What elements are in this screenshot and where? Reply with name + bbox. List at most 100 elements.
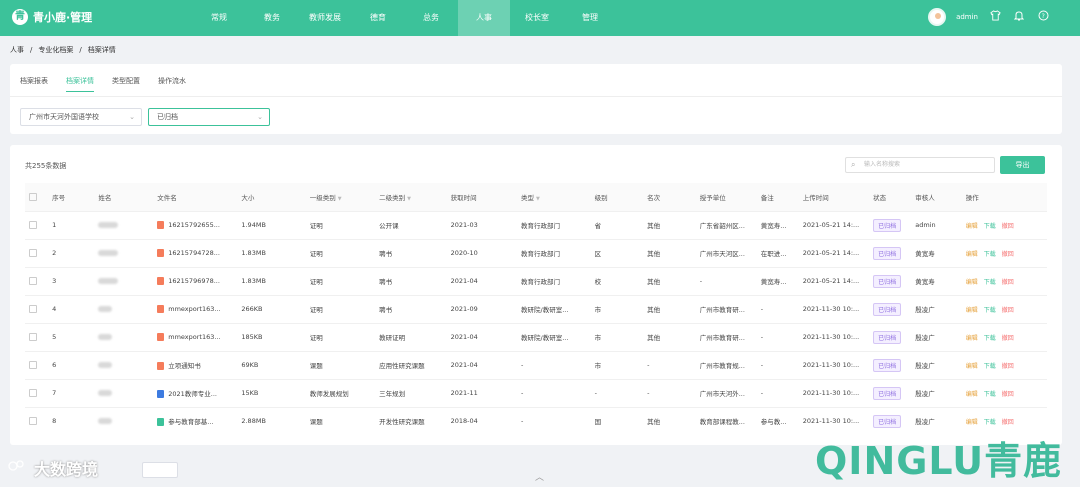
table-row[interactable]: 5 mmexport163... 185KB 证明 教研证明 2021-04 教研院/教研室… — [25, 323, 1047, 351]
table-row[interactable]: 2 16215794728... 1.83MB 证明 聘书 2020-10 教育行政部门 区 其… — [25, 239, 1047, 267]
status-select[interactable]: 已归档 ⌄ — [148, 108, 270, 126]
tab-divider — [10, 96, 1062, 97]
cell-note: - — [760, 389, 764, 397]
name-cell-redacted — [94, 295, 153, 323]
withdraw-button[interactable]: 撤回 — [1002, 251, 1014, 258]
help-icon[interactable]: ? — [1036, 10, 1050, 24]
avatar[interactable] — [928, 8, 947, 26]
withdraw-button[interactable]: 撤回 — [1002, 363, 1014, 370]
file-type-icon — [157, 221, 165, 229]
status-badge: 已归档 — [873, 302, 902, 316]
download-button[interactable]: 下载 — [984, 307, 996, 314]
withdraw-button[interactable]: 撤回 — [1002, 279, 1014, 286]
breadcrumb-item[interactable]: 人事 — [10, 46, 24, 54]
withdraw-button[interactable]: 撤回 — [1002, 335, 1014, 342]
edit-button[interactable]: 编辑 — [966, 251, 978, 258]
file-cell: 16215796978... — [153, 267, 237, 295]
row-checkbox[interactable] — [25, 211, 48, 239]
tab[interactable]: 操作流水 — [158, 76, 186, 92]
filter-caret-icon[interactable]: ▼ — [536, 196, 540, 202]
download-button[interactable]: 下载 — [984, 335, 996, 342]
page-size-select[interactable] — [142, 462, 178, 478]
withdraw-button[interactable]: 撤回 — [1002, 419, 1014, 426]
download-button[interactable]: 下载 — [984, 223, 996, 230]
download-button[interactable]: 下载 — [984, 251, 996, 258]
edit-button[interactable]: 编辑 — [966, 223, 978, 230]
cell-size: 185KB — [241, 333, 263, 341]
column-header-label: 状态 — [873, 193, 887, 202]
cell-time: 2021-09 — [450, 305, 478, 313]
tab[interactable]: 档案报表 — [20, 76, 48, 92]
app-logo[interactable]: 青 青小鹿·管理 — [12, 9, 92, 25]
file-name[interactable]: 参与教育部基... — [168, 418, 213, 426]
row-checkbox[interactable] — [25, 295, 48, 323]
cell-c1: 课题 — [309, 418, 323, 427]
nav-item[interactable]: 人事 — [458, 0, 510, 36]
download-button[interactable]: 下载 — [984, 419, 996, 426]
select-all-checkbox[interactable] — [25, 183, 48, 211]
nav-item[interactable]: 德育 — [352, 0, 404, 36]
cell-size: 1.94MB — [241, 221, 266, 229]
chevron-up-icon[interactable]: ︿ — [535, 470, 544, 483]
row-checkbox[interactable] — [25, 407, 48, 435]
file-name[interactable]: mmexport163... — [168, 305, 220, 313]
user-name[interactable]: admin — [956, 13, 978, 21]
column-header[interactable]: 二级类别 ▼ — [375, 183, 446, 211]
withdraw-button[interactable]: 撤回 — [1002, 391, 1014, 398]
bell-icon[interactable] — [1012, 10, 1026, 24]
nav-item[interactable]: 总务 — [405, 0, 457, 36]
column-header[interactable]: 一级类别 ▼ — [306, 183, 375, 211]
cell-type: 教育行政部门 — [521, 278, 560, 286]
file-name[interactable]: mmexport163... — [168, 333, 220, 341]
column-header: 审核人 — [911, 183, 961, 211]
tab[interactable]: 档案详情 — [66, 76, 94, 92]
filter-caret-icon[interactable]: ▼ — [407, 196, 411, 202]
nav-item[interactable]: 教师发展 — [299, 0, 351, 36]
edit-button[interactable]: 编辑 — [966, 307, 978, 314]
filter-caret-icon[interactable]: ▼ — [338, 196, 342, 202]
column-header-label: 获取时间 — [450, 193, 477, 202]
edit-button[interactable]: 编辑 — [966, 419, 978, 426]
download-button[interactable]: 下载 — [984, 391, 996, 398]
file-name[interactable]: 2021教师专业... — [168, 390, 217, 398]
download-button[interactable]: 下载 — [984, 279, 996, 286]
column-header-label: 大小 — [241, 193, 255, 202]
download-button[interactable]: 下载 — [984, 363, 996, 370]
nav-item[interactable]: 管理 — [564, 0, 616, 36]
nav-item[interactable]: 教务 — [246, 0, 298, 36]
school-select[interactable]: 广州市天河外国语学校 ⌄ — [20, 108, 142, 126]
shirt-icon[interactable] — [988, 10, 1002, 24]
row-checkbox[interactable] — [25, 323, 48, 351]
file-name[interactable]: 16215792655... — [168, 221, 220, 229]
edit-button[interactable]: 编辑 — [966, 391, 978, 398]
row-checkbox[interactable] — [25, 267, 48, 295]
row-checkbox[interactable] — [25, 379, 48, 407]
edit-button[interactable]: 编辑 — [966, 279, 978, 286]
table-row[interactable]: 4 mmexport163... 266KB 证明 聘书 2021-09 教研院/教研室..… — [25, 295, 1047, 323]
table-row[interactable]: 1 16215792655... 1.94MB 证明 公开课 2021-03 教育行政部门 省… — [25, 211, 1047, 239]
tab[interactable]: 类型配置 — [112, 76, 140, 92]
file-name[interactable]: 16215794728... — [168, 249, 220, 257]
nav-item[interactable]: 常规 — [193, 0, 245, 36]
edit-button[interactable]: 编辑 — [966, 335, 978, 342]
table-row[interactable]: 7 2021教师专业... 15KB 教师发展规划 三年规划 2021-11 - - - 广州市天… — [25, 379, 1047, 407]
table-row[interactable]: 3 16215796978... 1.83MB 证明 聘书 2021-04 教育行政部门 校 其… — [25, 267, 1047, 295]
export-button[interactable]: 导出 — [1000, 156, 1045, 174]
file-name[interactable]: 16215796978... — [168, 277, 220, 285]
status-cell: 已归档 — [869, 239, 911, 267]
edit-button[interactable]: 编辑 — [966, 363, 978, 370]
row-checkbox[interactable] — [25, 239, 48, 267]
column-header[interactable]: 类型 ▼ — [517, 183, 591, 211]
file-name[interactable]: 立项通知书 — [168, 362, 201, 370]
table-row[interactable]: 6 立项通知书 69KB 课题 应用性研究课题 2021-04 - 市 - 广州市教育规... - 2… — [25, 351, 1047, 379]
search-input[interactable]: ⌕ 输入名称搜索 — [845, 157, 995, 173]
app-title: 青小鹿·管理 — [33, 11, 93, 24]
nav-item[interactable]: 校长室 — [511, 0, 563, 36]
row-checkbox[interactable] — [25, 351, 48, 379]
cell-c2: 聘书 — [379, 278, 393, 286]
breadcrumb-item[interactable]: 专业化档案 — [38, 46, 73, 54]
withdraw-button[interactable]: 撤回 — [1002, 307, 1014, 314]
withdraw-button[interactable]: 撤回 — [1002, 223, 1014, 230]
breadcrumb-item[interactable]: 档案详情 — [88, 46, 116, 54]
file-type-icon — [157, 305, 165, 313]
